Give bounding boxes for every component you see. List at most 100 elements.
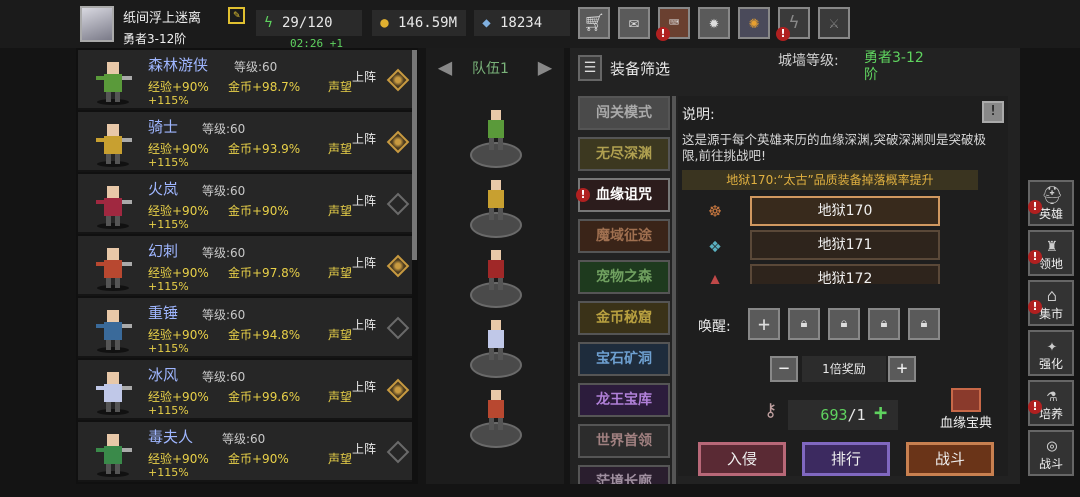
player-avatar[interactable]	[80, 6, 114, 42]
hero-row[interactable]: 骑士 等级:60 经验+90% 金币+93.9% 声望 +115% 上阵	[78, 112, 412, 172]
lightning-button[interactable]: ϟ!	[776, 7, 810, 41]
codex-label: 血缘宝典	[939, 416, 992, 431]
gamepad-button[interactable]: ⌨!	[656, 7, 690, 41]
mode-button[interactable]: 世界首领	[578, 424, 670, 458]
awaken-add-button[interactable]: +	[748, 308, 780, 340]
team-member-figure	[488, 250, 504, 290]
gem-icon: ◆	[482, 15, 491, 31]
fight-button[interactable]: 战斗	[906, 442, 994, 476]
hero-reputation-bonus: +115%	[148, 218, 189, 231]
top-bar: 纸间浮上迷离 勇者3-12阶 ✎ ϟ 29/120 02:26 +1 ● 146…	[0, 0, 1080, 50]
settings-button[interactable]: ✹	[698, 7, 730, 39]
mode-list[interactable]: 闯关模式 无尽深渊 血缘诅咒! 魔域征途 宠物之森 金币秘窟 宝石矿洞 龙王宝库 世界首领 茫境长…	[574, 96, 672, 484]
hero-reputation-bonus: +115%	[148, 94, 189, 107]
deploy-label: 上阵	[352, 256, 377, 270]
mode-button[interactable]: 魔域征途	[578, 219, 670, 253]
hero-row[interactable]: 火岚 等级:60 经验+90% 金币+90% 声望 +115% 上阵	[78, 174, 412, 234]
team-slot[interactable]	[468, 108, 524, 168]
right-sidebar: ⛑ 英雄! ♜ 领地! ⌂ 集市! ✦ 强化 ⚗ 培养! ◎ 战斗	[1024, 180, 1080, 480]
invade-button[interactable]: 入侵	[698, 442, 786, 476]
deploy-toggle-icon[interactable]	[386, 440, 410, 464]
lock-icon: 🔒︎	[880, 316, 888, 331]
awaken-slot-locked[interactable]: 🔒︎	[908, 308, 940, 340]
team-slot[interactable]	[468, 248, 524, 308]
team-slot[interactable]	[468, 318, 524, 378]
sidebar-button[interactable]: ♜ 领地!	[1028, 230, 1074, 276]
reward-decrease-button[interactable]: −	[770, 356, 798, 382]
boss-icon: ▲	[708, 267, 722, 284]
shop-button[interactable]: 🛒︎	[578, 7, 610, 39]
deploy-toggle-icon[interactable]	[386, 378, 410, 402]
hero-row[interactable]: 重锤 等级:60 经验+90% 金币+94.8% 声望 +115% 上阵	[78, 298, 412, 358]
team-slot[interactable]	[468, 178, 524, 238]
hero-row[interactable]: 森林游侠 等级:60 经验+90% 金币+98.7% 声望 +115% 上阵	[78, 50, 412, 110]
bloodline-codex-button[interactable]: 血缘宝典	[930, 388, 1002, 436]
team-panel: ◀ 队伍1 ▶	[426, 48, 564, 484]
hell-level-button[interactable]: 地狱171	[750, 230, 940, 260]
team-member-figure	[488, 390, 504, 430]
hero-reputation-label: 声望	[328, 390, 353, 404]
help-icon[interactable]: !	[982, 101, 1004, 123]
mode-button[interactable]: 茫境长廊	[578, 465, 670, 484]
deploy-toggle-icon[interactable]	[386, 68, 410, 92]
mail-button[interactable]: ✉	[618, 7, 650, 39]
aperture-button[interactable]: ✺	[738, 7, 770, 39]
sidebar-button[interactable]: ⌂ 集市!	[1028, 280, 1074, 326]
sword-button[interactable]: ⚔	[818, 7, 850, 39]
hell-drop-note: 地狱170:“太古”品质装备掉落概率提升	[682, 170, 978, 190]
hero-row[interactable]: 毒夫人 等级:60 经验+90% 金币+90% 声望 +115% 上阵	[78, 422, 412, 482]
hero-reputation-bonus: +115%	[148, 404, 189, 417]
ranking-button[interactable]: 排行	[802, 442, 890, 476]
mode-button[interactable]: 宝石矿洞	[578, 342, 670, 376]
hero-gold-bonus: 金币+93.9%	[228, 142, 301, 156]
deploy-toggle-icon[interactable]	[386, 316, 410, 340]
sidebar-button[interactable]: ✦ 强化	[1028, 330, 1074, 376]
menu-icon[interactable]: ☰	[578, 55, 602, 81]
hero-list[interactable]: 森林游侠 等级:60 经验+90% 金币+98.7% 声望 +115% 上阵 骑士 等级:60 经…	[76, 48, 418, 484]
deploy-toggle-icon[interactable]	[386, 192, 410, 216]
hell-level-button[interactable]: 地狱172	[750, 264, 940, 284]
team-slot[interactable]	[468, 388, 524, 448]
sidebar-button[interactable]: ◎ 战斗	[1028, 430, 1074, 476]
hero-reputation-label: 声望	[328, 142, 353, 156]
gold-coin-icon: ●	[380, 15, 389, 31]
gear-icon: ✹	[708, 13, 720, 33]
equipment-filter-button[interactable]: 装备筛选	[610, 58, 670, 79]
minus-icon: −	[778, 358, 790, 379]
awaken-slot-locked[interactable]: 🔒︎	[788, 308, 820, 340]
hero-level: 等级:60	[202, 370, 246, 384]
awaken-slot-locked[interactable]: 🔒︎	[868, 308, 900, 340]
awaken-slot-locked[interactable]: 🔒︎	[828, 308, 860, 340]
sidebar-button[interactable]: ⛑ 英雄!	[1028, 180, 1074, 226]
hell-level-button[interactable]: 地狱170	[750, 196, 940, 226]
gamepad-icon: ⌨	[668, 13, 680, 33]
hero-row[interactable]: 幻刺 等级:60 经验+90% 金币+97.8% 声望 +115% 上阵	[78, 236, 412, 296]
mode-button[interactable]: 龙王宝库	[578, 383, 670, 417]
reward-increase-button[interactable]: +	[888, 356, 916, 382]
hero-reputation-label: 声望	[328, 328, 353, 342]
hero-gold-bonus: 金币+98.7%	[228, 80, 301, 94]
deploy-toggle-icon[interactable]	[386, 130, 410, 154]
alert-badge: !	[1028, 200, 1042, 214]
hero-row[interactable]: 冰风 等级:60 经验+90% 金币+99.6% 声望 +115% 上阵	[78, 360, 412, 420]
mode-button[interactable]: 金币秘窟	[578, 301, 670, 335]
mode-button[interactable]: 闯关模式	[578, 96, 670, 130]
prev-team-arrow-icon[interactable]: ◀	[428, 53, 462, 81]
mode-button[interactable]: 无尽深渊	[578, 137, 670, 171]
dungeon-panel: ☰ 装备筛选 城墙等级: 勇者3-12阶 闯关模式 无尽深渊 血缘诅咒! 魔域征途 宠物…	[570, 48, 1020, 484]
mode-button[interactable]: 血缘诅咒	[578, 178, 670, 212]
deploy-label: 上阵	[352, 442, 377, 456]
edit-icon[interactable]: ✎	[228, 7, 245, 24]
hero-level: 等级:60	[202, 246, 246, 260]
sidebar-button[interactable]: ⚗ 培养!	[1028, 380, 1074, 426]
hero-list-scrollbar[interactable]	[412, 50, 417, 260]
gold-counter: ● 146.59M	[372, 10, 466, 36]
deploy-label: 上阵	[352, 318, 377, 332]
deploy-toggle-icon[interactable]	[386, 254, 410, 278]
add-key-button[interactable]: +	[874, 402, 887, 426]
mode-button[interactable]: 宠物之森	[578, 260, 670, 294]
boss-icon: ☸	[708, 199, 722, 223]
mode-list-scrollbar[interactable]	[672, 96, 676, 484]
player-name: 纸间浮上迷离	[123, 11, 202, 26]
next-team-arrow-icon[interactable]: ▶	[528, 53, 562, 81]
